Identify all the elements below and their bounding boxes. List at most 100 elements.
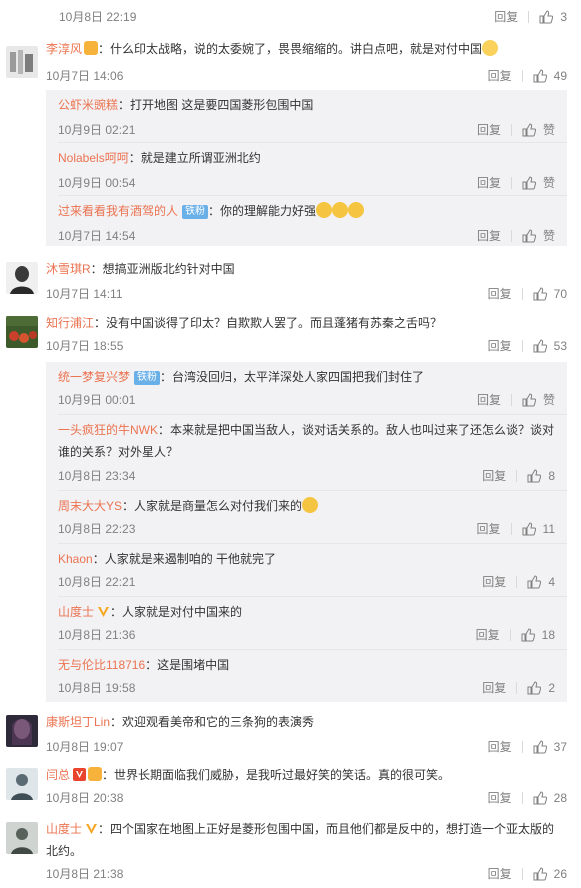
reply-actions: 回复 8 bbox=[482, 467, 555, 484]
like-button[interactable]: 11 bbox=[522, 522, 555, 536]
reply-button[interactable]: 回复 bbox=[482, 679, 506, 696]
reply-button[interactable]: 回复 bbox=[488, 738, 512, 755]
comment-text: ：四个国家在地图上正好是菱形包围中国，而且他们都是反中的，想打造一个亚太版的 bbox=[98, 822, 555, 836]
comment-item: 知行浦江：没有中国谈得了印太？自欺欺人罢了。而且蓬猪有苏秦之舌吗？ 10月7日 … bbox=[0, 312, 581, 358]
like-button[interactable]: 70 bbox=[533, 287, 567, 301]
comment-partial: 10月8日 22:19 回复 3 bbox=[0, 0, 581, 28]
thumbs-up-icon bbox=[533, 790, 547, 804]
reply-button[interactable]: 回复 bbox=[488, 285, 512, 302]
divider bbox=[521, 791, 523, 804]
like-count: 37 bbox=[553, 739, 567, 754]
thumbs-up-icon bbox=[522, 392, 536, 406]
reply-button[interactable]: 回复 bbox=[477, 121, 501, 138]
like-label: 赞 bbox=[542, 123, 555, 137]
comment-time: 10月8日 20:38 bbox=[46, 791, 124, 805]
commenter-name[interactable]: 知行浦江 bbox=[46, 316, 94, 330]
like-count: 28 bbox=[553, 790, 567, 805]
like-button[interactable]: 26 bbox=[533, 867, 567, 881]
comment-time: 10月7日 18:55 bbox=[46, 339, 124, 353]
reply-button[interactable]: 回复 bbox=[488, 789, 512, 806]
divider bbox=[521, 287, 523, 300]
reply-list: 公虾米豌糕：打开地图 这是要四国菱形包围中国 10月9日 02:21 回复 赞 … bbox=[46, 90, 567, 246]
avatar[interactable] bbox=[6, 262, 38, 294]
like-label: 赞 bbox=[542, 393, 555, 407]
divider bbox=[510, 123, 512, 136]
commenter-name[interactable]: 李淳风 bbox=[46, 42, 82, 56]
replier-name[interactable]: 统一梦复兴梦 bbox=[58, 370, 130, 384]
like-button[interactable]: 4 bbox=[527, 575, 555, 589]
reply-button[interactable]: 回复 bbox=[477, 391, 501, 408]
divider bbox=[510, 522, 512, 535]
reply-text: ：本来就是把中国当敌人，谈对话关系的。敌人也叫过来了还怎么谈？谈对 bbox=[158, 423, 555, 437]
reply-text: ：人家就是对付中国来的 bbox=[110, 605, 243, 619]
like-button[interactable]: 49 bbox=[533, 69, 567, 83]
replier-name[interactable]: 无与伦比118716 bbox=[58, 658, 145, 672]
like-button[interactable]: 3 bbox=[539, 10, 567, 24]
avatar[interactable] bbox=[6, 768, 38, 800]
reply-button[interactable]: 回复 bbox=[482, 467, 506, 484]
like-count: 3 bbox=[560, 9, 567, 24]
like-button[interactable]: 2 bbox=[527, 681, 555, 695]
comment-item: 康斯坦丁Lin：欢迎观看美帝和它的三条狗的表演秀 10月8日 19:07 回复 … bbox=[0, 711, 581, 757]
reply-button[interactable]: 回复 bbox=[477, 174, 501, 191]
like-button[interactable]: 赞 bbox=[522, 174, 555, 191]
reply-item: 统一梦复兴梦 铁粉 ：台湾没回归，太平洋深处人家四国把我们封住了 10月9日 00:… bbox=[46, 362, 567, 415]
laughing-emoji-icon bbox=[332, 202, 349, 218]
commenter-name[interactable]: 山度士 bbox=[46, 822, 82, 836]
reply-button[interactable]: 回复 bbox=[477, 227, 501, 244]
reply-button[interactable]: 回复 bbox=[476, 626, 500, 643]
replier-name[interactable]: 山度士 bbox=[58, 605, 94, 619]
reply-item: 无与伦比118716：这是围堵中国 10月8日 19:58 回复 2 bbox=[46, 650, 567, 702]
reply-item: 山度士 ：人家就是对付中国来的 10月8日 21:36 回复 18 bbox=[46, 597, 567, 650]
avatar[interactable] bbox=[6, 46, 38, 78]
replier-name[interactable]: 周末大大YS bbox=[58, 499, 122, 513]
like-count: 4 bbox=[548, 574, 555, 589]
reply-text: ：就是建立所谓亚洲北约 bbox=[128, 151, 261, 165]
avatar[interactable] bbox=[6, 715, 38, 747]
comment-actions: 回复 49 bbox=[488, 67, 567, 84]
commenter-name[interactable]: 闫总 bbox=[46, 768, 70, 782]
comment-item: 山度士 ：四个国家在地图上正好是菱形包围中国，而且他们都是反中的，想打造一个亚太版… bbox=[0, 818, 581, 886]
like-button[interactable]: 37 bbox=[533, 740, 567, 754]
thumbs-up-icon bbox=[527, 680, 542, 694]
comment-time: 10月8日 21:38 bbox=[46, 867, 124, 881]
thumbs-up-icon bbox=[522, 228, 536, 242]
like-button[interactable]: 18 bbox=[521, 628, 555, 642]
thumbs-up-icon bbox=[521, 627, 535, 641]
reply-time: 10月8日 22:23 bbox=[58, 522, 136, 536]
thumbs-up-icon bbox=[527, 468, 542, 482]
comment-time: 10月7日 14:11 bbox=[46, 287, 123, 301]
commenter-name[interactable]: 沐雪琪R bbox=[46, 262, 91, 276]
like-button[interactable]: 8 bbox=[527, 469, 555, 483]
reply-button[interactable]: 回复 bbox=[477, 520, 501, 537]
reply-button[interactable]: 回复 bbox=[488, 865, 512, 882]
reply-actions: 回复 赞 bbox=[477, 121, 555, 138]
like-button[interactable]: 赞 bbox=[522, 227, 555, 244]
replier-name[interactable]: 过来看看我有酒驾的人 bbox=[58, 204, 178, 218]
replier-name[interactable]: 公虾米豌糕 bbox=[58, 98, 118, 112]
reply-time: 10月8日 23:34 bbox=[58, 469, 136, 483]
avatar[interactable] bbox=[6, 822, 38, 854]
like-button[interactable]: 赞 bbox=[522, 121, 555, 138]
commenter-name[interactable]: 康斯坦丁Lin bbox=[46, 715, 110, 729]
reply-text-continued: 谁的关系？对外星人？ bbox=[58, 445, 179, 459]
like-button[interactable]: 28 bbox=[533, 791, 567, 805]
replier-name[interactable]: 一头疯狂的牛NWK bbox=[58, 423, 158, 437]
like-button[interactable]: 赞 bbox=[522, 391, 555, 408]
replier-name[interactable]: Khaon bbox=[58, 552, 93, 566]
avatar[interactable] bbox=[6, 316, 38, 348]
replier-name[interactable]: Nolabels呵呵 bbox=[58, 151, 129, 165]
thumbs-up-icon bbox=[533, 866, 547, 880]
thumbs-up-icon bbox=[533, 68, 547, 82]
comment-text: ：想搞亚洲版北约针对中国 bbox=[90, 262, 235, 276]
divider bbox=[521, 339, 523, 352]
reply-button[interactable]: 回复 bbox=[488, 67, 512, 84]
divider bbox=[510, 393, 512, 406]
reply-button[interactable]: 回复 bbox=[488, 337, 512, 354]
reply-time: 10月7日 14:54 bbox=[58, 229, 136, 243]
reply-button[interactable]: 回复 bbox=[494, 8, 518, 25]
like-button[interactable]: 53 bbox=[533, 339, 567, 353]
reply-button[interactable]: 回复 bbox=[482, 573, 506, 590]
reply-actions: 回复 赞 bbox=[477, 174, 555, 191]
divider bbox=[521, 69, 523, 82]
